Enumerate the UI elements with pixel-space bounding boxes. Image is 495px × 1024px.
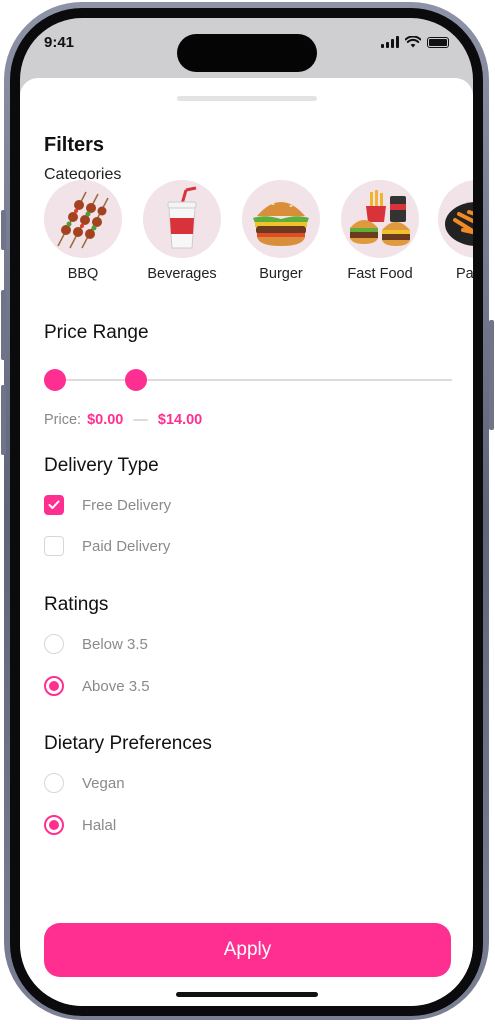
below-3-5-radio[interactable] — [44, 634, 64, 654]
vegan-label: Vegan — [82, 774, 125, 792]
sheet-grabber[interactable] — [177, 96, 317, 101]
phone-screen: 9:41 Filters Categories BBQ Beverages Bu… — [20, 18, 473, 1006]
status-bar: 9:41 — [20, 18, 473, 74]
battery-icon — [427, 36, 449, 48]
free-delivery-option[interactable]: Free Delivery — [44, 494, 171, 516]
dietary-preferences-heading: Dietary Preferences — [44, 733, 212, 754]
category-label: Fast Food — [347, 266, 413, 282]
power-button — [489, 320, 494, 430]
apply-button[interactable]: Apply — [44, 923, 451, 977]
price-range-heading: Price Range — [44, 322, 149, 343]
filters-sheet: Filters Categories BBQ Beverages Burger … — [20, 78, 473, 1006]
filters-title: Filters — [44, 134, 105, 156]
price-label: Price: — [44, 412, 82, 428]
burger-icon — [242, 180, 320, 258]
checkmark-icon — [48, 500, 60, 509]
slider-track — [54, 379, 452, 381]
price-readout: Price: $0.00 — $14.00 — [44, 412, 202, 428]
category-beverages[interactable]: Beverages — [141, 180, 223, 282]
slider-max-thumb[interactable] — [125, 369, 147, 391]
below-3-5-label: Below 3.5 — [82, 635, 148, 653]
delivery-type-heading: Delivery Type — [44, 455, 159, 476]
above-3-5-label: Above 3.5 — [82, 677, 150, 695]
price-separator: — — [133, 412, 148, 428]
below-3-5-option[interactable]: Below 3.5 — [44, 633, 148, 655]
category-fast-food[interactable]: Fast Food — [339, 180, 421, 282]
price-max: $14.00 — [157, 412, 203, 428]
ratings-heading: Ratings — [44, 594, 109, 615]
vegan-radio[interactable] — [44, 773, 64, 793]
volume-down-button — [1, 385, 6, 455]
action-button — [1, 210, 6, 250]
paid-delivery-option[interactable]: Paid Delivery — [44, 535, 170, 557]
price-range-slider[interactable] — [44, 368, 452, 392]
wifi-icon — [405, 36, 421, 48]
price-min: $0.00 — [87, 412, 124, 428]
paid-delivery-checkbox[interactable] — [44, 536, 64, 556]
category-burger[interactable]: Burger — [240, 180, 322, 282]
dynamic-island — [177, 34, 317, 72]
home-indicator — [176, 992, 318, 997]
soda-cup-icon — [143, 180, 221, 258]
halal-option[interactable]: Halal — [44, 814, 116, 836]
category-label: BBQ — [67, 266, 99, 282]
slider-min-thumb[interactable] — [44, 369, 66, 391]
bbq-skewers-icon — [44, 180, 122, 258]
cellular-signal-icon — [381, 36, 399, 48]
free-delivery-label: Free Delivery — [82, 496, 172, 514]
pasta-icon — [438, 180, 473, 258]
category-label: Beverages — [147, 266, 217, 282]
vegan-option[interactable]: Vegan — [44, 772, 125, 794]
above-3-5-radio[interactable] — [44, 676, 64, 696]
status-icons — [381, 36, 449, 48]
above-3-5-option[interactable]: Above 3.5 — [44, 675, 150, 697]
categories-carousel[interactable]: BBQ Beverages Burger Fast Food Pa — [42, 180, 473, 292]
paid-delivery-label: Paid Delivery — [82, 537, 171, 555]
category-label: Pa — [456, 266, 473, 282]
category-label: Burger — [259, 266, 303, 282]
category-bbq[interactable]: BBQ — [42, 180, 124, 282]
halal-radio[interactable] — [44, 815, 64, 835]
fast-food-combo-icon — [341, 180, 419, 258]
free-delivery-checkbox[interactable] — [44, 495, 64, 515]
halal-label: Halal — [82, 816, 117, 834]
status-time: 9:41 — [44, 34, 75, 51]
category-pasta[interactable]: Pa — [438, 180, 473, 282]
volume-up-button — [1, 290, 6, 360]
